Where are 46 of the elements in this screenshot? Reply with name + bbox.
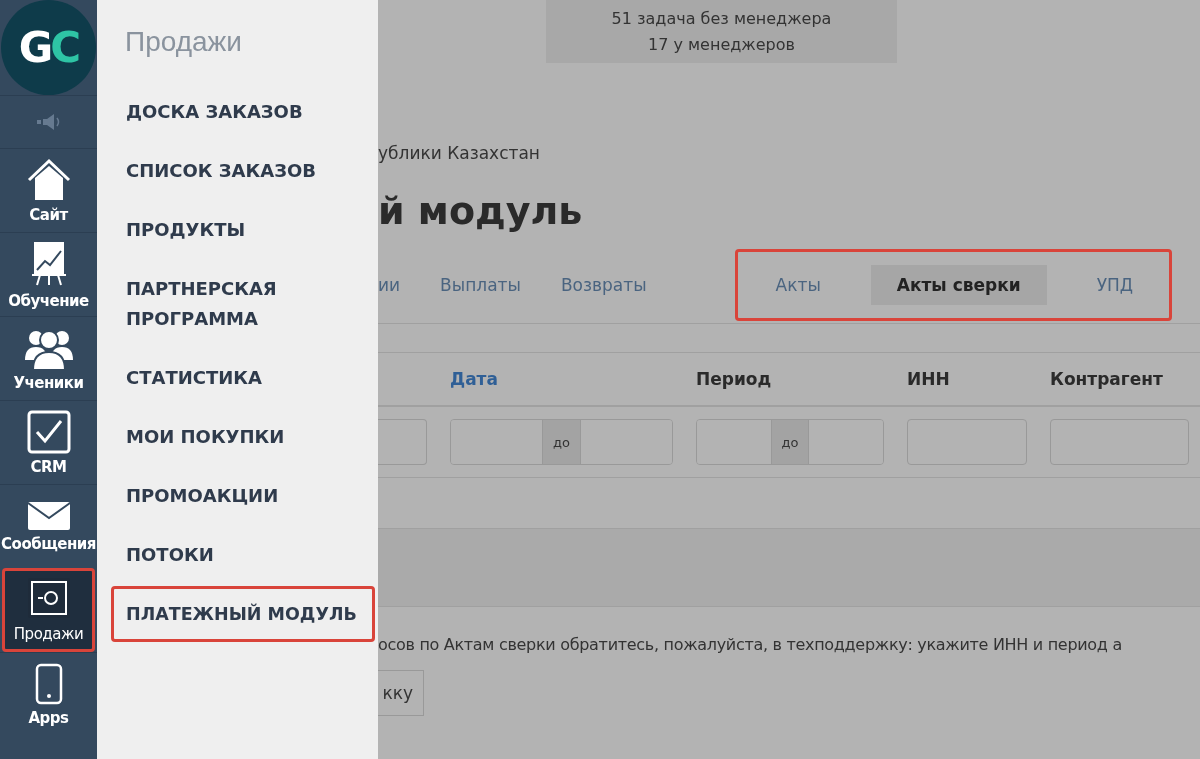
logo-letter: C <box>50 23 79 72</box>
nav-label: Сайт <box>29 205 68 224</box>
banner-line: 17 у менеджеров <box>648 33 795 56</box>
page-title: й модуль <box>378 189 584 233</box>
menu-item[interactable]: ПРОДУКТЫ <box>111 202 351 258</box>
menu-item[interactable]: ПРОМОАКЦИИ <box>111 468 351 524</box>
column-header: ИНН <box>907 369 950 389</box>
range-separator: до <box>770 420 810 464</box>
support-button[interactable]: кку <box>378 670 424 716</box>
subtitle: ублики Казахстан <box>378 143 541 163</box>
nav-item[interactable]: Ученики <box>0 316 97 400</box>
tab[interactable]: Акты сверки <box>870 265 1047 305</box>
menu-item[interactable]: СТАТИСТИКА <box>111 350 351 406</box>
logo[interactable]: GC <box>1 0 96 95</box>
chart-board-icon <box>31 239 66 288</box>
envelope-icon <box>26 500 71 531</box>
nav-item[interactable]: Обучение <box>0 232 97 316</box>
menu-item[interactable]: ПЛАТЕЖНЫЙ МОДУЛЬ <box>111 586 375 642</box>
menu-title: Продажи <box>125 26 243 58</box>
filter-input[interactable] <box>1050 419 1189 465</box>
filter-input[interactable] <box>378 419 427 465</box>
nav-item[interactable]: CRM <box>0 400 97 484</box>
support-message: осов по Актам сверки обратитесь, пожалуйста, в техподдержку: укажите ИНН и период а <box>378 635 1123 654</box>
nav-label: Продажи <box>13 625 84 643</box>
menu-item[interactable]: МОИ ПОКУПКИ <box>111 409 351 465</box>
range-separator: до <box>542 420 581 464</box>
nav-label: Ученики <box>13 373 84 392</box>
range-filter-field[interactable]: до <box>696 419 884 465</box>
nav-label: Сообщения <box>1 534 96 553</box>
banner-line: 51 задача без менеджера <box>611 7 832 30</box>
nav-item[interactable]: Продажи <box>2 568 95 652</box>
menu-item[interactable]: ДОСКА ЗАКАЗОВ <box>111 84 351 140</box>
nav-label: Обучение <box>8 291 89 310</box>
menu-item[interactable]: ПАРТНЕРСКАЯ ПРОГРАММА <box>111 261 351 347</box>
column-header: Контрагент <box>1050 369 1163 389</box>
checkbox-icon <box>26 409 71 454</box>
nav-label: Apps <box>28 708 69 727</box>
range-filter-field[interactable]: до <box>450 419 673 465</box>
column-header: Период <box>696 369 772 389</box>
logo-letter: G <box>18 23 51 72</box>
filter-input[interactable] <box>907 419 1027 465</box>
phone-icon <box>34 662 63 705</box>
nav-label: CRM <box>30 457 67 476</box>
menu-item[interactable]: СПИСОК ЗАКАЗОВ <box>111 143 351 199</box>
nav-item[interactable]: Сайт <box>0 148 97 232</box>
menu-item[interactable]: ПОТОКИ <box>111 527 351 583</box>
